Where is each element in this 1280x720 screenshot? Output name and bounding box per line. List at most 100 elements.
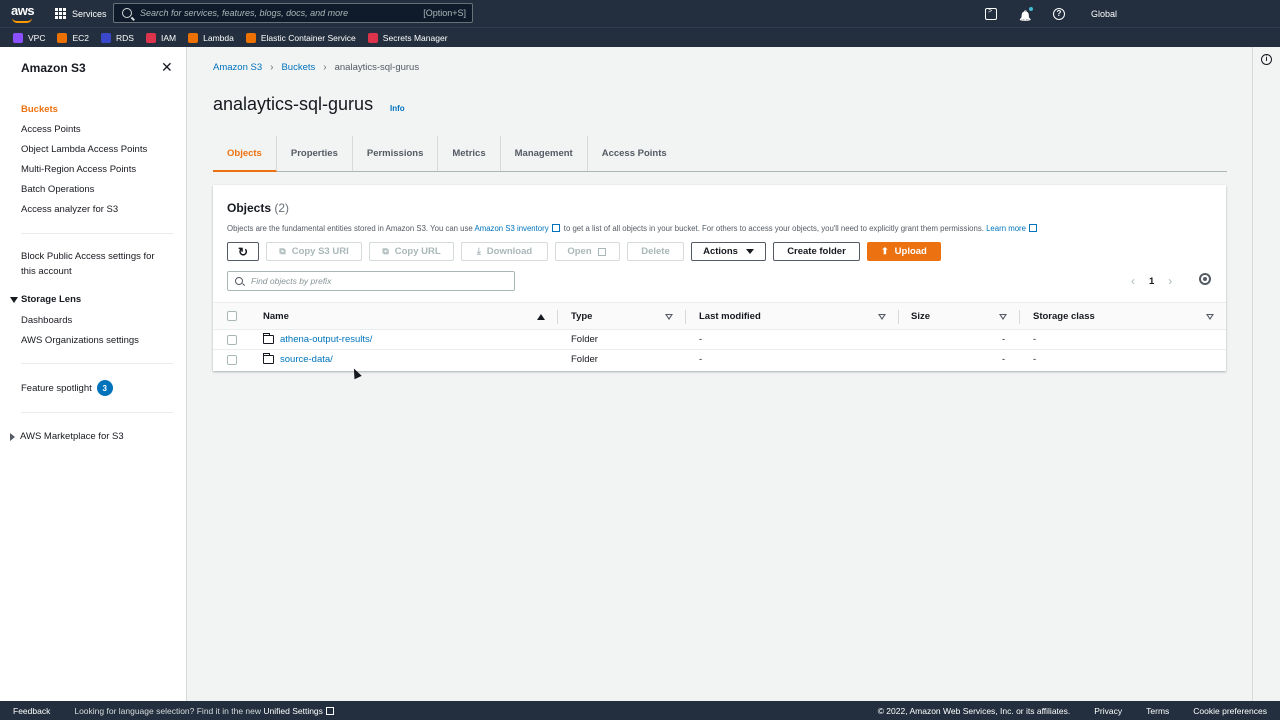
create-folder-button[interactable]: Create folder xyxy=(773,242,860,261)
favorite-vpc[interactable]: VPC xyxy=(13,32,46,43)
select-all-checkbox[interactable] xyxy=(227,311,237,321)
object-name-link[interactable]: athena-output-results/ xyxy=(280,334,372,345)
favorite-secrets-manager[interactable]: Secrets Manager xyxy=(367,32,448,43)
close-icon[interactable]: ✕ xyxy=(161,60,173,74)
sidebar-item-aws-organizations-settings[interactable]: AWS Organizations settings xyxy=(21,335,139,346)
objects-title: Objects (2) xyxy=(227,201,289,215)
sidebar-item-object-lambda-access-points[interactable]: Object Lambda Access Points xyxy=(21,144,147,155)
button-label: Create folder xyxy=(787,246,846,257)
objects-title-text: Objects xyxy=(227,201,272,215)
tab-properties[interactable]: Properties xyxy=(277,136,353,171)
favorite-label: RDS xyxy=(116,32,134,43)
column-header-storage-class[interactable]: Storage class xyxy=(1033,311,1095,322)
previous-page-icon[interactable]: ‹ xyxy=(1131,274,1135,288)
gear-icon[interactable] xyxy=(1199,273,1211,285)
copy-url-button[interactable]: ⧉ Copy URL xyxy=(369,242,454,261)
sort-icon[interactable] xyxy=(665,314,673,320)
top-navigation: aws Services [Option+S] ? Global xyxy=(0,0,1280,27)
learn-more-link[interactable]: Learn more xyxy=(986,224,1026,233)
sort-icon[interactable] xyxy=(999,314,1007,320)
breadcrumb-amazon-s3[interactable]: Amazon S3 xyxy=(213,62,262,73)
column-header-type[interactable]: Type xyxy=(571,311,592,322)
sort-icon[interactable] xyxy=(878,314,886,320)
notification-dot xyxy=(1028,6,1033,11)
favorite-lambda[interactable]: Lambda xyxy=(188,32,234,43)
button-label: Upload xyxy=(894,246,927,257)
services-menu-button[interactable]: Services xyxy=(55,8,107,19)
row-checkbox[interactable] xyxy=(227,355,237,365)
column-header-last-modified[interactable]: Last modified xyxy=(699,311,761,322)
favorite-label: Elastic Container Service xyxy=(260,32,356,43)
upload-button[interactable]: ⬆ Upload xyxy=(867,242,941,261)
column-header-size[interactable]: Size xyxy=(911,311,930,322)
open-button[interactable]: Open xyxy=(555,242,620,261)
copy-s3-uri-button[interactable]: ⧉ Copy S3 URI xyxy=(266,242,362,261)
tab-access-points[interactable]: Access Points xyxy=(588,136,681,171)
favorite-ec2[interactable]: EC2 xyxy=(57,32,89,43)
objects-filter[interactable] xyxy=(227,271,515,291)
refresh-button[interactable]: ↻ xyxy=(227,242,259,261)
sort-ascending-icon[interactable] xyxy=(537,314,545,320)
caret-down-icon xyxy=(745,249,754,254)
sidebar-section-marketplace[interactable]: AWS Marketplace for S3 xyxy=(10,431,124,442)
sidebar-section-storage-lens[interactable]: Storage Lens xyxy=(10,294,81,305)
notifications-bell-icon[interactable] xyxy=(1019,6,1033,20)
tab-metrics[interactable]: Metrics xyxy=(438,136,501,171)
sidebar-item-dashboards[interactable]: Dashboards xyxy=(21,315,72,326)
cloudshell-icon[interactable] xyxy=(984,7,997,20)
table-row[interactable]: source-data/ Folder - - - xyxy=(213,350,1226,370)
folder-icon xyxy=(263,333,274,344)
global-search[interactable]: [Option+S] xyxy=(113,3,473,23)
terms-link[interactable]: Terms xyxy=(1146,706,1169,716)
download-button[interactable]: ⤓ Download xyxy=(461,242,548,261)
favorite-ecs[interactable]: Elastic Container Service xyxy=(245,32,356,43)
info-panel-icon[interactable]: i xyxy=(1261,54,1272,65)
sidebar-item-label: Block Public Access settings for xyxy=(21,251,155,262)
info-link[interactable]: Info xyxy=(390,104,405,113)
sidebar-item-multi-region-access-points[interactable]: Multi-Region Access Points xyxy=(21,164,136,175)
tab-permissions[interactable]: Permissions xyxy=(353,136,439,171)
region-selector[interactable]: Global xyxy=(1091,9,1117,19)
column-separator xyxy=(685,310,686,324)
page-number[interactable]: 1 xyxy=(1149,276,1154,287)
favorite-rds[interactable]: RDS xyxy=(101,32,134,43)
delete-button[interactable]: Delete xyxy=(627,242,684,261)
tab-management[interactable]: Management xyxy=(501,136,588,171)
favorite-label: VPC xyxy=(28,32,46,43)
object-name-link[interactable]: source-data/ xyxy=(280,354,333,365)
copy-icon: ⧉ xyxy=(279,246,286,256)
actions-dropdown-button[interactable]: Actions xyxy=(691,242,766,261)
object-last-modified: - xyxy=(699,354,703,365)
breadcrumb-buckets[interactable]: Buckets xyxy=(281,62,315,73)
s3-inventory-link[interactable]: Amazon S3 inventory xyxy=(475,224,549,233)
privacy-link[interactable]: Privacy xyxy=(1094,706,1122,716)
global-search-input[interactable] xyxy=(140,8,410,18)
upload-icon: ⬆ xyxy=(881,246,889,256)
sidebar-item-buckets[interactable]: Buckets xyxy=(21,104,58,115)
sidebar-item-feature-spotlight[interactable]: Feature spotlight 3 xyxy=(21,380,113,396)
aws-logo[interactable]: aws xyxy=(11,3,37,24)
sidebar-item-access-points[interactable]: Access Points xyxy=(21,124,81,135)
favorite-label: Lambda xyxy=(203,32,234,43)
column-header-name[interactable]: Name xyxy=(263,311,289,322)
next-page-icon[interactable]: › xyxy=(1168,274,1172,288)
sidebar-item-block-public-access[interactable]: Block Public Access settings for this ac… xyxy=(21,251,155,277)
table-row[interactable]: athena-output-results/ Folder - - - xyxy=(213,330,1226,350)
row-checkbox[interactable] xyxy=(227,335,237,345)
cookie-preferences-link[interactable]: Cookie preferences xyxy=(1193,706,1267,716)
sidebar-item-access-analyzer[interactable]: Access analyzer for S3 xyxy=(21,204,118,215)
tab-label: Access Points xyxy=(601,148,667,159)
objects-filter-input[interactable] xyxy=(251,276,501,286)
favorite-iam[interactable]: IAM xyxy=(145,32,176,43)
search-icon xyxy=(235,277,243,285)
sidebar-item-batch-operations[interactable]: Batch Operations xyxy=(21,184,94,195)
column-separator xyxy=(1019,310,1020,324)
sidebar: Amazon S3 ✕ Buckets Access Points Object… xyxy=(0,47,187,701)
help-icon[interactable]: ? xyxy=(1052,7,1065,20)
sort-icon[interactable] xyxy=(1206,314,1214,320)
object-storage-class: - xyxy=(1033,334,1037,345)
feedback-link[interactable]: Feedback xyxy=(13,706,50,716)
tab-objects[interactable]: Objects xyxy=(213,136,277,172)
unified-settings-link[interactable]: Unified Settings xyxy=(263,706,323,716)
button-label: Copy S3 URI xyxy=(291,246,349,257)
